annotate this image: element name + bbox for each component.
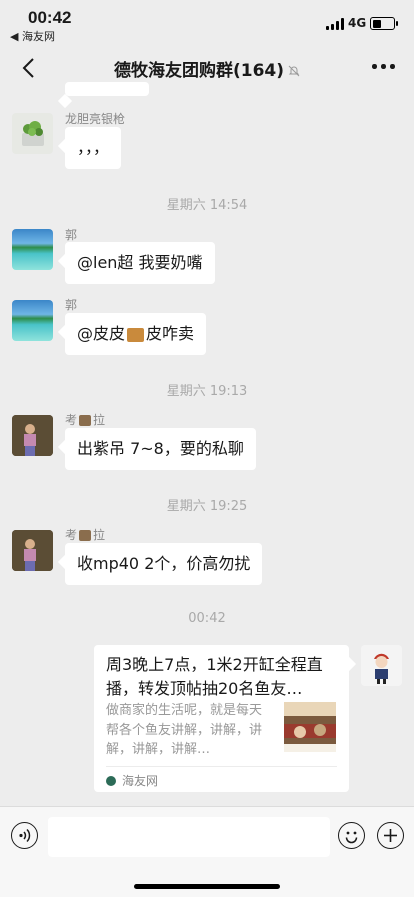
link-card[interactable]: 周3晚上7点，1米2开缸全程直播，转发顶帖抽20名鱼友… 做商家的生活呢，就是每… [94,645,349,792]
timestamp: 星期六 19:13 [166,384,248,399]
back-to-app-link[interactable]: ◀ 海友网 [10,28,55,44]
link-card-divider [106,766,337,767]
sender-name: 考拉 [65,411,105,428]
message-bubble[interactable]: @len超 我要奶嘴 [65,242,215,284]
mute-bell-icon [288,65,300,77]
timestamp: 00:42 [188,611,226,626]
avatar-beach[interactable] [12,229,53,270]
more-options-icon[interactable] [372,64,395,70]
message-input[interactable] [48,817,330,857]
signal-icon [326,18,344,30]
chat-header: 德牧海友团购群(164) [0,46,414,90]
message-bubble[interactable]: @皮皮 皮咋卖 [65,313,207,355]
link-card-title: 周3晚上7点，1米2开缸全程直播，转发顶帖抽20名鱼友… [106,655,323,698]
source-logo-icon [106,775,116,786]
inline-emoji-icon [79,530,92,541]
plus-icon [384,829,397,842]
network-type: 4G [348,16,367,30]
avatar-self[interactable] [361,645,402,686]
sender-name: 龙胆亮银枪 [65,112,126,126]
message-bubble[interactable]: 出紫吊 7~8，要的私聊 [65,428,256,470]
message-bubble[interactable]: ，，， [65,127,122,169]
link-card-thumbnail [284,702,336,752]
sender-name-part: 拉 [93,413,106,427]
inline-avatar-emoji-icon [127,327,145,342]
sender-name: 郭 [65,228,78,242]
inline-emoji-icon [79,415,92,426]
avatar-person[interactable] [12,530,53,571]
battery-icon [370,17,398,30]
message-bubble-partial [65,82,149,96]
sender-name: 考拉 [65,526,105,543]
voice-icon [19,828,31,843]
smile-icon [345,831,358,844]
link-card-description: 做商家的生活呢，就是每天帮各个鱼友讲解，讲解，讲解，讲解，讲解… [106,703,263,757]
input-bar [0,806,414,897]
sender-name-part: 考 [65,413,78,427]
sender-name-part: 拉 [93,528,106,542]
status-time: 00:42 [28,8,72,27]
emoji-button[interactable] [338,822,365,849]
avatar-person[interactable] [12,415,53,456]
link-card-source: 海友网 [106,772,158,789]
sender-name: 郭 [65,298,78,312]
link-card-source-name: 海友网 [122,774,159,788]
message-text: @皮皮 [77,324,126,343]
timestamp: 星期六 14:54 [166,198,248,213]
avatar-beach[interactable] [12,300,53,341]
sender-name-part: 考 [65,528,78,542]
chat-title-text: 德牧海友团购群(164) [113,61,285,81]
voice-input-button[interactable] [11,822,38,849]
avatar-plant[interactable] [12,113,53,154]
message-text: 皮咋卖 [146,324,195,343]
message-bubble[interactable]: 收mp40 2个，价高勿扰 [65,543,263,585]
timestamp: 星期六 19:25 [166,499,248,514]
status-bar: 00:42 ◀ 海友网 4G [0,0,414,46]
home-indicator[interactable] [134,884,280,889]
chat-title: 德牧海友团购群(164) [0,56,414,81]
more-functions-button[interactable] [377,822,404,849]
